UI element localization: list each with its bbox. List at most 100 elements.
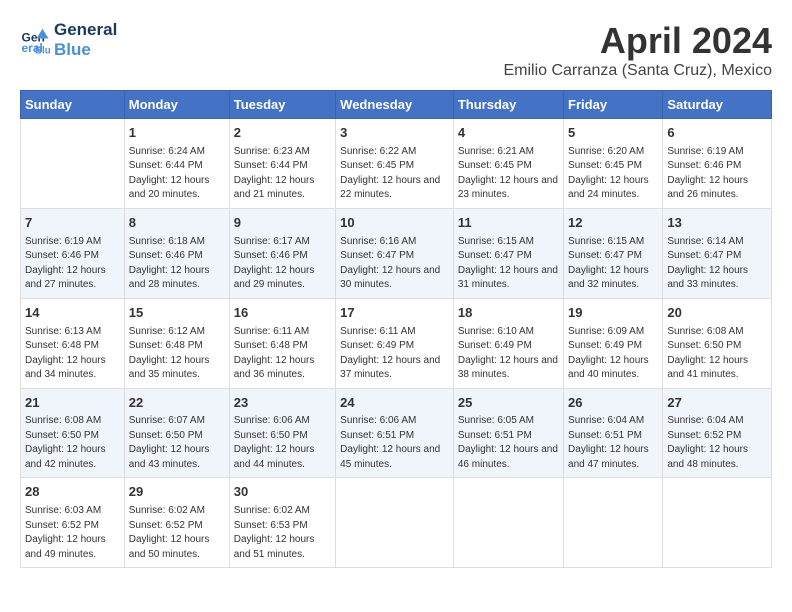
day-number: 11 [458, 214, 559, 233]
week-row: 21Sunrise: 6:08 AMSunset: 6:50 PMDayligh… [21, 388, 772, 478]
column-header-tuesday: Tuesday [229, 91, 335, 119]
day-number: 2 [234, 124, 331, 143]
logo-icon: Gen eral Blue [20, 25, 50, 55]
main-title: April 2024 [503, 20, 772, 62]
calendar-cell: 5 Sunrise: 6:20 AMSunset: 6:45 PMDaylight… [564, 119, 663, 209]
day-number: 9 [234, 214, 331, 233]
day-info: Sunrise: 6:04 AMSunset: 6:52 PMDaylight:… [667, 414, 767, 472]
column-header-thursday: Thursday [453, 91, 563, 119]
column-header-monday: Monday [124, 91, 229, 119]
day-info: Sunrise: 6:24 AMSunset: 6:44 PMDaylight:… [129, 145, 225, 203]
day-number: 30 [234, 483, 331, 502]
calendar-cell [564, 478, 663, 568]
calendar-cell: 4 Sunrise: 6:21 AMSunset: 6:45 PMDaylight… [453, 119, 563, 209]
day-info: Sunrise: 6:14 AMSunset: 6:47 PMDaylight:… [667, 235, 767, 293]
column-header-sunday: Sunday [21, 91, 125, 119]
day-info: Sunrise: 6:19 AMSunset: 6:46 PMDaylight:… [667, 145, 767, 203]
calendar-cell: 12Sunrise: 6:15 AMSunset: 6:47 PMDayligh… [564, 208, 663, 298]
calendar-cell: 7Sunrise: 6:19 AMSunset: 6:46 PMDaylight… [21, 208, 125, 298]
calendar-cell: 28 Sunrise: 6:03 AMSunset: 6:52 PMDayligh… [21, 478, 125, 568]
day-number: 24 [340, 394, 449, 413]
day-info: Sunrise: 6:17 AMSunset: 6:46 PMDaylight:… [234, 235, 331, 293]
calendar-cell [21, 119, 125, 209]
logo-text: General Blue [54, 20, 117, 60]
day-info: Sunrise: 6:02 AMSunset: 6:53 PMDaylight:… [234, 504, 331, 562]
day-number: 10 [340, 214, 449, 233]
day-info: Sunrise: 6:07 AMSunset: 6:50 PMDaylight:… [129, 414, 225, 472]
week-row: 1 Sunrise: 6:24 AMSunset: 6:44 PMDaylight… [21, 119, 772, 209]
day-number: 14 [25, 304, 120, 323]
day-number: 22 [129, 394, 225, 413]
calendar-table: SundayMondayTuesdayWednesdayThursdayFrid… [20, 90, 772, 568]
header-row: SundayMondayTuesdayWednesdayThursdayFrid… [21, 91, 772, 119]
day-info: Sunrise: 6:21 AMSunset: 6:45 PMDaylight:… [458, 145, 559, 203]
week-row: 28 Sunrise: 6:03 AMSunset: 6:52 PMDayligh… [21, 478, 772, 568]
logo: Gen eral Blue General Blue [20, 20, 117, 60]
day-info: Sunrise: 6:06 AMSunset: 6:51 PMDaylight:… [340, 414, 449, 472]
day-info: Sunrise: 6:11 AMSunset: 6:48 PMDaylight:… [234, 325, 331, 383]
day-info: Sunrise: 6:03 AMSunset: 6:52 PMDaylight:… [25, 504, 120, 562]
calendar-cell: 23Sunrise: 6:06 AMSunset: 6:50 PMDayligh… [229, 388, 335, 478]
calendar-cell: 8Sunrise: 6:18 AMSunset: 6:46 PMDaylight… [124, 208, 229, 298]
day-number: 17 [340, 304, 449, 323]
day-info: Sunrise: 6:16 AMSunset: 6:47 PMDaylight:… [340, 235, 449, 293]
column-header-wednesday: Wednesday [336, 91, 454, 119]
day-info: Sunrise: 6:10 AMSunset: 6:49 PMDaylight:… [458, 325, 559, 383]
calendar-cell: 30 Sunrise: 6:02 AMSunset: 6:53 PMDayligh… [229, 478, 335, 568]
calendar-cell: 11 Sunrise: 6:15 AMSunset: 6:47 PMDayligh… [453, 208, 563, 298]
header-section: Gen eral Blue General Blue April 2024 Em… [20, 20, 772, 80]
day-info: Sunrise: 6:15 AMSunset: 6:47 PMDaylight:… [458, 235, 559, 293]
calendar-cell [663, 478, 772, 568]
day-number: 5 [568, 124, 658, 143]
day-number: 3 [340, 124, 449, 143]
calendar-cell: 17 Sunrise: 6:11 AMSunset: 6:49 PMDayligh… [336, 298, 454, 388]
day-number: 28 [25, 483, 120, 502]
calendar-cell: 24Sunrise: 6:06 AMSunset: 6:51 PMDayligh… [336, 388, 454, 478]
calendar-cell: 19Sunrise: 6:09 AMSunset: 6:49 PMDayligh… [564, 298, 663, 388]
day-number: 25 [458, 394, 559, 413]
calendar-cell: 13 Sunrise: 6:14 AMSunset: 6:47 PMDayligh… [663, 208, 772, 298]
day-info: Sunrise: 6:11 AMSunset: 6:49 PMDaylight:… [340, 325, 449, 383]
calendar-cell: 29 Sunrise: 6:02 AMSunset: 6:52 PMDayligh… [124, 478, 229, 568]
calendar-cell: 20Sunrise: 6:08 AMSunset: 6:50 PMDayligh… [663, 298, 772, 388]
day-number: 8 [129, 214, 225, 233]
day-info: Sunrise: 6:20 AMSunset: 6:45 PMDaylight:… [568, 145, 658, 203]
day-info: Sunrise: 6:15 AMSunset: 6:47 PMDaylight:… [568, 235, 658, 293]
day-number: 13 [667, 214, 767, 233]
day-number: 4 [458, 124, 559, 143]
calendar-cell: 22Sunrise: 6:07 AMSunset: 6:50 PMDayligh… [124, 388, 229, 478]
day-info: Sunrise: 6:09 AMSunset: 6:49 PMDaylight:… [568, 325, 658, 383]
day-info: Sunrise: 6:05 AMSunset: 6:51 PMDaylight:… [458, 414, 559, 472]
day-info: Sunrise: 6:04 AMSunset: 6:51 PMDaylight:… [568, 414, 658, 472]
day-info: Sunrise: 6:13 AMSunset: 6:48 PMDaylight:… [25, 325, 120, 383]
calendar-cell: 9 Sunrise: 6:17 AMSunset: 6:46 PMDaylight… [229, 208, 335, 298]
day-number: 23 [234, 394, 331, 413]
day-info: Sunrise: 6:22 AMSunset: 6:45 PMDaylight:… [340, 145, 449, 203]
day-info: Sunrise: 6:08 AMSunset: 6:50 PMDaylight:… [667, 325, 767, 383]
day-number: 6 [667, 124, 767, 143]
calendar-cell: 27Sunrise: 6:04 AMSunset: 6:52 PMDayligh… [663, 388, 772, 478]
day-info: Sunrise: 6:06 AMSunset: 6:50 PMDaylight:… [234, 414, 331, 472]
calendar-cell: 10 Sunrise: 6:16 AMSunset: 6:47 PMDayligh… [336, 208, 454, 298]
calendar-cell [453, 478, 563, 568]
calendar-cell: 1 Sunrise: 6:24 AMSunset: 6:44 PMDaylight… [124, 119, 229, 209]
day-info: Sunrise: 6:12 AMSunset: 6:48 PMDaylight:… [129, 325, 225, 383]
day-info: Sunrise: 6:08 AMSunset: 6:50 PMDaylight:… [25, 414, 120, 472]
column-header-saturday: Saturday [663, 91, 772, 119]
day-number: 1 [129, 124, 225, 143]
week-row: 14 Sunrise: 6:13 AMSunset: 6:48 PMDayligh… [21, 298, 772, 388]
day-info: Sunrise: 6:02 AMSunset: 6:52 PMDaylight:… [129, 504, 225, 562]
calendar-cell: 18Sunrise: 6:10 AMSunset: 6:49 PMDayligh… [453, 298, 563, 388]
day-number: 21 [25, 394, 120, 413]
column-header-friday: Friday [564, 91, 663, 119]
day-number: 26 [568, 394, 658, 413]
calendar-cell: 2 Sunrise: 6:23 AMSunset: 6:44 PMDaylight… [229, 119, 335, 209]
calendar-cell: 6 Sunrise: 6:19 AMSunset: 6:46 PMDaylight… [663, 119, 772, 209]
title-section: April 2024 Emilio Carranza (Santa Cruz),… [503, 20, 772, 80]
day-number: 29 [129, 483, 225, 502]
week-row: 7Sunrise: 6:19 AMSunset: 6:46 PMDaylight… [21, 208, 772, 298]
calendar-cell: 16Sunrise: 6:11 AMSunset: 6:48 PMDayligh… [229, 298, 335, 388]
day-number: 27 [667, 394, 767, 413]
day-info: Sunrise: 6:23 AMSunset: 6:44 PMDaylight:… [234, 145, 331, 203]
calendar-cell: 21Sunrise: 6:08 AMSunset: 6:50 PMDayligh… [21, 388, 125, 478]
